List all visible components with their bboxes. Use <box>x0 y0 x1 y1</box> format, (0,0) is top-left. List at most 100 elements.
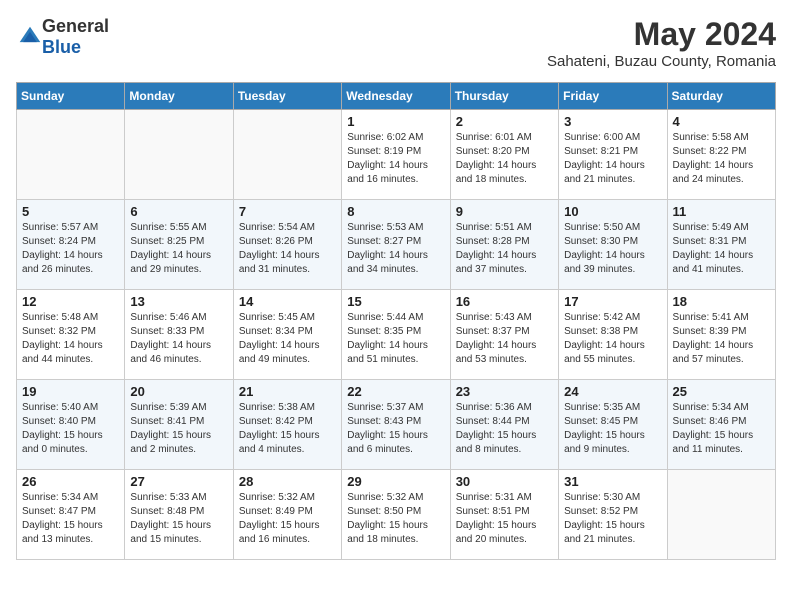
cell-detail: Sunrise: 5:45 AM Sunset: 8:34 PM Dayligh… <box>239 311 336 367</box>
calendar-week-2: 5Sunrise: 5:57 AM Sunset: 8:24 PM Daylig… <box>17 200 776 290</box>
cell-detail: Sunrise: 5:48 AM Sunset: 8:32 PM Dayligh… <box>22 311 119 367</box>
calendar-cell: 23Sunrise: 5:36 AM Sunset: 8:44 PM Dayli… <box>450 380 558 470</box>
cell-detail: Sunrise: 6:02 AM Sunset: 8:19 PM Dayligh… <box>347 131 444 187</box>
day-number: 8 <box>347 204 444 219</box>
day-header-friday: Friday <box>559 83 667 110</box>
cell-detail: Sunrise: 5:35 AM Sunset: 8:45 PM Dayligh… <box>564 401 661 457</box>
day-number: 17 <box>564 294 661 309</box>
day-number: 9 <box>456 204 553 219</box>
calendar-cell: 7 Sunrise: 5:54 AM Sunset: 8:26 PM Daylig… <box>233 200 341 290</box>
calendar-body: 1 Sunrise: 6:02 AM Sunset: 8:19 PM Daylig… <box>17 110 776 560</box>
day-number: 16 <box>456 294 553 309</box>
location-title: Sahateni, Buzau County, Romania <box>547 53 776 70</box>
day-header-wednesday: Wednesday <box>342 83 450 110</box>
day-number: 2 <box>456 114 553 129</box>
day-number: 27 <box>130 474 227 489</box>
day-number: 14 <box>239 294 336 309</box>
day-number: 22 <box>347 384 444 399</box>
calendar-cell: 5Sunrise: 5:57 AM Sunset: 8:24 PM Daylig… <box>17 200 125 290</box>
calendar-cell: 22 Sunrise: 5:37 AM Sunset: 8:43 PM Dayli… <box>342 380 450 470</box>
calendar-header-row: SundayMondayTuesdayWednesdayThursdayFrid… <box>17 83 776 110</box>
cell-detail: Sunrise: 5:36 AM Sunset: 8:44 PM Dayligh… <box>456 401 553 457</box>
logo-general-text: General <box>42 16 109 36</box>
calendar-cell: 21 Sunrise: 5:38 AM Sunset: 8:42 PM Dayli… <box>233 380 341 470</box>
calendar-cell: 30 Sunrise: 5:31 AM Sunset: 8:51 PM Dayli… <box>450 470 558 560</box>
cell-detail: Sunrise: 6:00 AM Sunset: 8:21 PM Dayligh… <box>564 131 661 187</box>
calendar-cell: 27 Sunrise: 5:33 AM Sunset: 8:48 PM Dayli… <box>125 470 233 560</box>
cell-detail: Sunrise: 5:46 AM Sunset: 8:33 PM Dayligh… <box>130 311 227 367</box>
cell-detail: Sunrise: 5:53 AM Sunset: 8:27 PM Dayligh… <box>347 221 444 277</box>
calendar-cell: 19 Sunrise: 5:40 AM Sunset: 8:40 PM Dayli… <box>17 380 125 470</box>
calendar-cell: 4Sunrise: 5:58 AM Sunset: 8:22 PM Daylig… <box>667 110 775 200</box>
calendar-cell: 29 Sunrise: 5:32 AM Sunset: 8:50 PM Dayli… <box>342 470 450 560</box>
calendar-cell: 12Sunrise: 5:48 AM Sunset: 8:32 PM Dayli… <box>17 290 125 380</box>
day-number: 18 <box>673 294 770 309</box>
day-header-saturday: Saturday <box>667 83 775 110</box>
calendar-cell: 16 Sunrise: 5:43 AM Sunset: 8:37 PM Dayli… <box>450 290 558 380</box>
day-number: 26 <box>22 474 119 489</box>
cell-detail: Sunrise: 5:30 AM Sunset: 8:52 PM Dayligh… <box>564 491 661 547</box>
calendar-week-4: 19 Sunrise: 5:40 AM Sunset: 8:40 PM Dayli… <box>17 380 776 470</box>
cell-detail: Sunrise: 5:38 AM Sunset: 8:42 PM Dayligh… <box>239 401 336 457</box>
title-block: May 2024 Sahateni, Buzau County, Romania <box>547 16 776 70</box>
cell-detail: Sunrise: 6:01 AM Sunset: 8:20 PM Dayligh… <box>456 131 553 187</box>
calendar-cell <box>233 110 341 200</box>
day-number: 20 <box>130 384 227 399</box>
day-number: 15 <box>347 294 444 309</box>
calendar-cell: 31Sunrise: 5:30 AM Sunset: 8:52 PM Dayli… <box>559 470 667 560</box>
calendar-cell <box>125 110 233 200</box>
day-number: 1 <box>347 114 444 129</box>
cell-detail: Sunrise: 5:57 AM Sunset: 8:24 PM Dayligh… <box>22 221 119 277</box>
day-number: 21 <box>239 384 336 399</box>
cell-detail: Sunrise: 5:55 AM Sunset: 8:25 PM Dayligh… <box>130 221 227 277</box>
cell-detail: Sunrise: 5:33 AM Sunset: 8:48 PM Dayligh… <box>130 491 227 547</box>
cell-detail: Sunrise: 5:50 AM Sunset: 8:30 PM Dayligh… <box>564 221 661 277</box>
calendar-cell: 6 Sunrise: 5:55 AM Sunset: 8:25 PM Daylig… <box>125 200 233 290</box>
cell-detail: Sunrise: 5:37 AM Sunset: 8:43 PM Dayligh… <box>347 401 444 457</box>
calendar-cell: 26 Sunrise: 5:34 AM Sunset: 8:47 PM Dayli… <box>17 470 125 560</box>
cell-detail: Sunrise: 5:41 AM Sunset: 8:39 PM Dayligh… <box>673 311 770 367</box>
calendar-table: SundayMondayTuesdayWednesdayThursdayFrid… <box>16 82 776 560</box>
calendar-cell: 25Sunrise: 5:34 AM Sunset: 8:46 PM Dayli… <box>667 380 775 470</box>
day-number: 3 <box>564 114 661 129</box>
day-number: 19 <box>22 384 119 399</box>
cell-detail: Sunrise: 5:51 AM Sunset: 8:28 PM Dayligh… <box>456 221 553 277</box>
day-number: 10 <box>564 204 661 219</box>
cell-detail: Sunrise: 5:40 AM Sunset: 8:40 PM Dayligh… <box>22 401 119 457</box>
cell-detail: Sunrise: 5:43 AM Sunset: 8:37 PM Dayligh… <box>456 311 553 367</box>
page-header: General Blue May 2024 Sahateni, Buzau Co… <box>16 16 776 70</box>
cell-detail: Sunrise: 5:34 AM Sunset: 8:47 PM Dayligh… <box>22 491 119 547</box>
logo: General Blue <box>16 16 109 58</box>
cell-detail: Sunrise: 5:44 AM Sunset: 8:35 PM Dayligh… <box>347 311 444 367</box>
calendar-cell: 28Sunrise: 5:32 AM Sunset: 8:49 PM Dayli… <box>233 470 341 560</box>
month-title: May 2024 <box>547 16 776 53</box>
calendar-week-5: 26 Sunrise: 5:34 AM Sunset: 8:47 PM Dayli… <box>17 470 776 560</box>
calendar-cell: 18 Sunrise: 5:41 AM Sunset: 8:39 PM Dayli… <box>667 290 775 380</box>
logo-icon <box>18 25 42 49</box>
day-header-tuesday: Tuesday <box>233 83 341 110</box>
day-number: 30 <box>456 474 553 489</box>
cell-detail: Sunrise: 5:42 AM Sunset: 8:38 PM Dayligh… <box>564 311 661 367</box>
calendar-cell: 14 Sunrise: 5:45 AM Sunset: 8:34 PM Dayli… <box>233 290 341 380</box>
cell-detail: Sunrise: 5:39 AM Sunset: 8:41 PM Dayligh… <box>130 401 227 457</box>
calendar-cell: 13 Sunrise: 5:46 AM Sunset: 8:33 PM Dayli… <box>125 290 233 380</box>
cell-detail: Sunrise: 5:49 AM Sunset: 8:31 PM Dayligh… <box>673 221 770 277</box>
calendar-cell: 20 Sunrise: 5:39 AM Sunset: 8:41 PM Dayli… <box>125 380 233 470</box>
calendar-cell <box>17 110 125 200</box>
calendar-cell: 11Sunrise: 5:49 AM Sunset: 8:31 PM Dayli… <box>667 200 775 290</box>
day-number: 13 <box>130 294 227 309</box>
day-number: 25 <box>673 384 770 399</box>
calendar-week-1: 1 Sunrise: 6:02 AM Sunset: 8:19 PM Daylig… <box>17 110 776 200</box>
cell-detail: Sunrise: 5:32 AM Sunset: 8:50 PM Dayligh… <box>347 491 444 547</box>
cell-detail: Sunrise: 5:32 AM Sunset: 8:49 PM Dayligh… <box>239 491 336 547</box>
day-header-thursday: Thursday <box>450 83 558 110</box>
day-number: 29 <box>347 474 444 489</box>
calendar-cell <box>667 470 775 560</box>
logo-blue-text: Blue <box>42 37 81 57</box>
day-number: 7 <box>239 204 336 219</box>
day-number: 6 <box>130 204 227 219</box>
calendar-cell: 1 Sunrise: 6:02 AM Sunset: 8:19 PM Daylig… <box>342 110 450 200</box>
calendar-cell: 15 Sunrise: 5:44 AM Sunset: 8:35 PM Dayli… <box>342 290 450 380</box>
cell-detail: Sunrise: 5:31 AM Sunset: 8:51 PM Dayligh… <box>456 491 553 547</box>
cell-detail: Sunrise: 5:54 AM Sunset: 8:26 PM Dayligh… <box>239 221 336 277</box>
